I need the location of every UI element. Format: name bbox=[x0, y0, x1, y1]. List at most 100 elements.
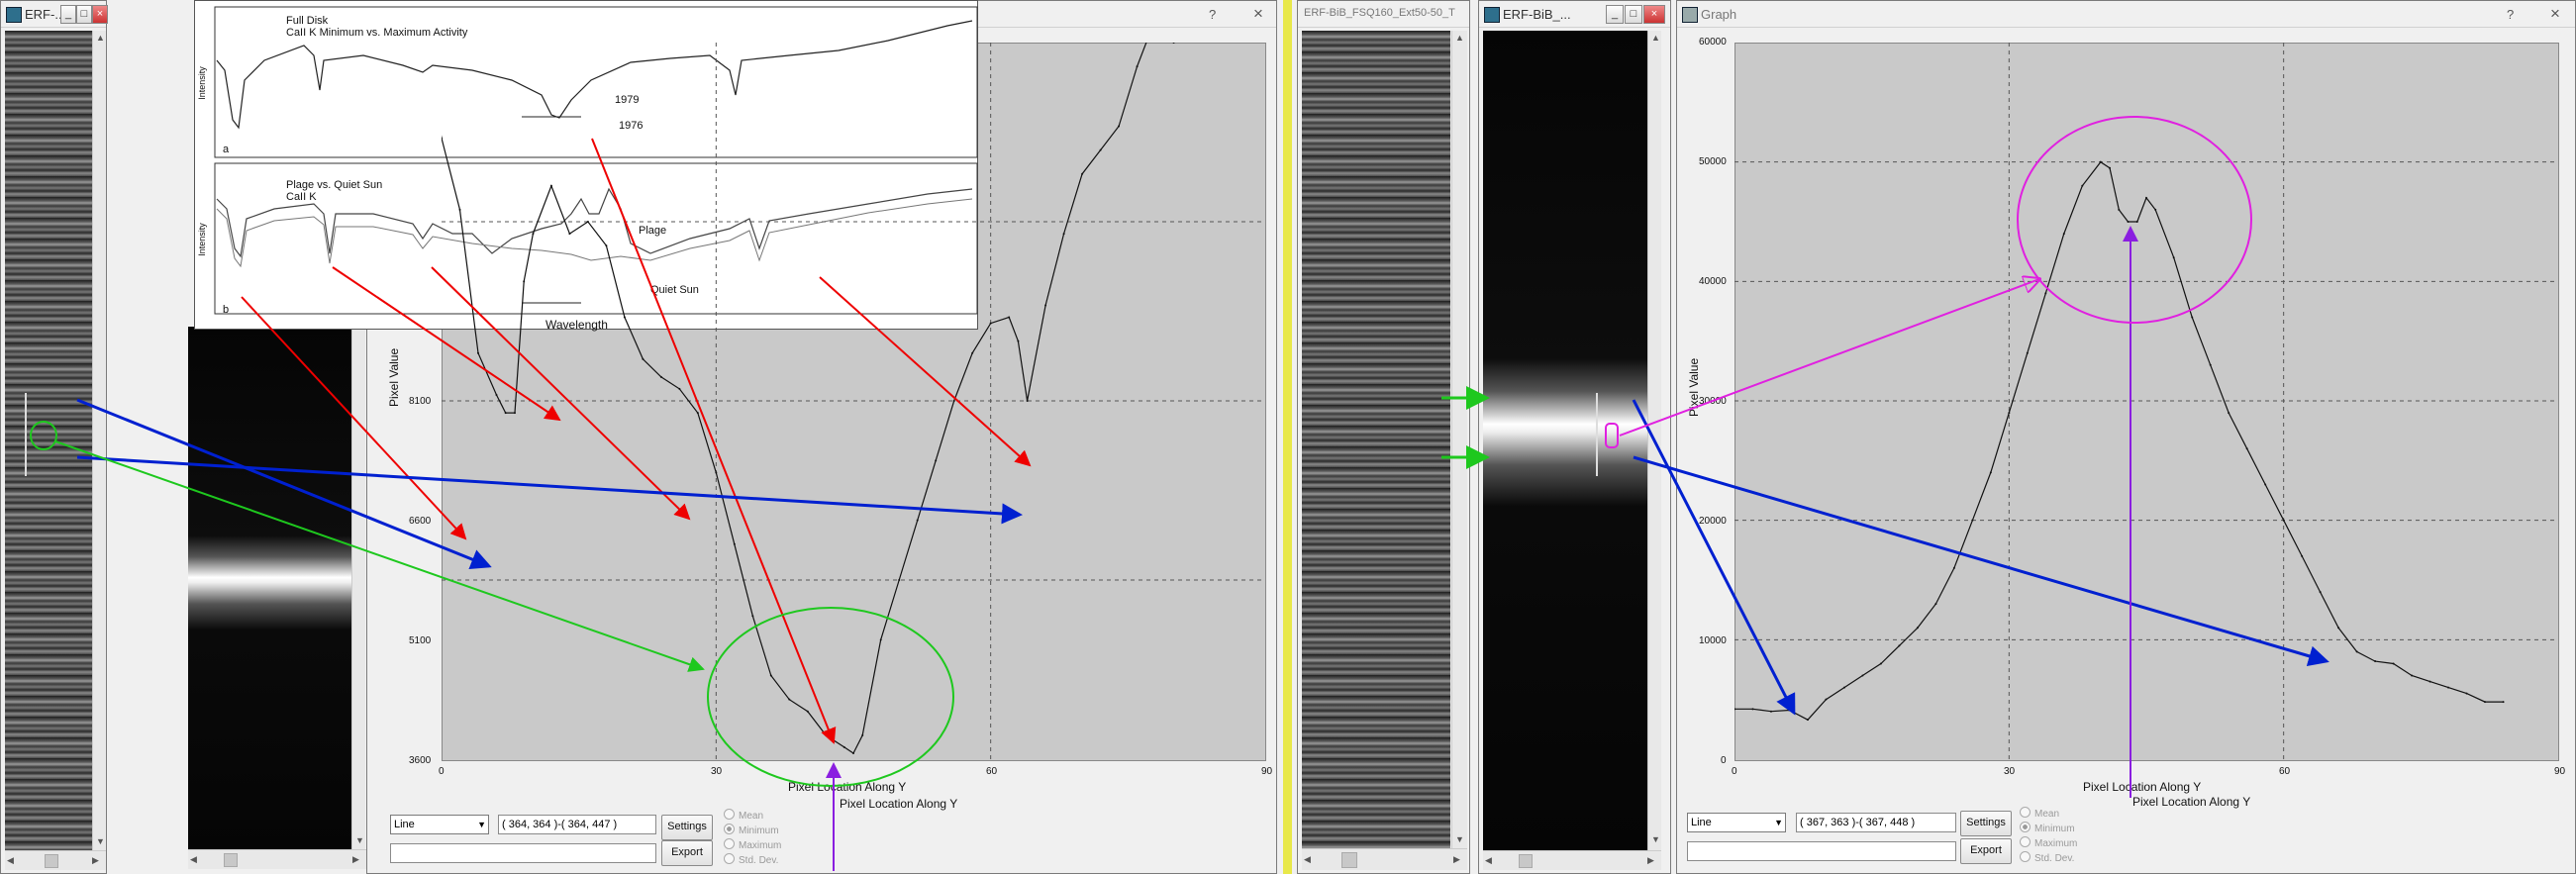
middle-window-2-titlebar[interactable]: ERF-BiB_... _ □ × bbox=[1479, 1, 1670, 28]
dark-spectrum-image[interactable] bbox=[1483, 31, 1647, 850]
stat-minimum-radio[interactable]: Minimum bbox=[2020, 822, 2075, 834]
stat-mean-radio[interactable]: Mean bbox=[724, 809, 763, 822]
chevron-down-icon[interactable]: ▼ bbox=[477, 816, 486, 833]
graph-app-icon bbox=[1682, 7, 1698, 23]
right-graph-title: Graph bbox=[1701, 7, 1737, 22]
vertical-scrollbar[interactable]: ▲ ▼ bbox=[1451, 31, 1467, 848]
right-graph-window: Graph ? × Pixel Value 0 10000 20000 3000… bbox=[1676, 0, 2576, 874]
status-field[interactable] bbox=[1687, 841, 1956, 861]
settings-button[interactable]: Settings bbox=[1960, 811, 2012, 836]
export-button[interactable]: Export bbox=[661, 840, 713, 866]
radio-icon bbox=[724, 838, 735, 849]
horizontal-scrollbar[interactable]: ◀ ▶ bbox=[5, 850, 106, 870]
x-tick: 30 bbox=[2004, 766, 2016, 777]
left-window-titlebar[interactable]: ERF-... _ □ × bbox=[1, 1, 108, 28]
coords-field[interactable]: ( 364, 364 )-( 364, 447 ) bbox=[498, 815, 656, 834]
scroll-up-icon[interactable]: ▲ bbox=[1455, 33, 1464, 43]
vertical-scrollbar[interactable]: ▲ ▼ bbox=[1647, 31, 1661, 850]
maximize-icon[interactable]: □ bbox=[76, 5, 92, 24]
middle-image-window-2: ERF-BiB_... _ □ × ▲ ▼ ◀ ▶ bbox=[1478, 0, 1671, 874]
dark-spectrum-image[interactable] bbox=[188, 327, 351, 849]
help-icon[interactable]: ? bbox=[2507, 7, 2514, 22]
y-tick: 20000 bbox=[1699, 516, 1727, 527]
coords-field[interactable]: ( 367, 363 )-( 367, 448 ) bbox=[1796, 813, 1956, 832]
line-profile-marker[interactable] bbox=[25, 393, 27, 476]
close-icon[interactable]: × bbox=[2550, 4, 2560, 24]
mode-select-value: Line bbox=[394, 819, 415, 830]
mode-select[interactable]: Line ▼ bbox=[390, 815, 489, 834]
horizontal-scrollbar[interactable]: ◀ ▶ bbox=[1483, 850, 1661, 870]
status-field[interactable] bbox=[390, 843, 656, 863]
scroll-down-icon[interactable]: ▼ bbox=[1455, 834, 1464, 844]
line-profile-marker[interactable] bbox=[1596, 393, 1598, 476]
dark-image-hscrollbar[interactable]: ◀ ▶ bbox=[188, 849, 366, 869]
x-tick: 90 bbox=[1261, 766, 1273, 777]
plot-area[interactable] bbox=[1734, 43, 2559, 761]
y-tick: 3600 bbox=[409, 755, 432, 766]
y-tick: 60000 bbox=[1699, 37, 1727, 48]
middle-image-window-1: ERF-BiB_FSQ160_Ext50-50_T ▲ ▼ ◀ ▶ bbox=[1297, 0, 1470, 874]
y-tick: 50000 bbox=[1699, 156, 1727, 167]
radio-icon bbox=[724, 853, 735, 864]
scroll-left-icon[interactable]: ◀ bbox=[190, 854, 197, 865]
scroll-right-icon[interactable]: ▶ bbox=[1453, 854, 1460, 865]
stat-minimum-radio[interactable]: Minimum bbox=[724, 824, 779, 836]
dark-image-scrollbar[interactable]: ▼ bbox=[351, 327, 365, 849]
minimize-icon[interactable]: _ bbox=[60, 5, 76, 24]
y-tick: 6600 bbox=[409, 516, 432, 527]
close-icon[interactable]: × bbox=[92, 5, 108, 24]
x-axis-label: Pixel Location Along Y bbox=[788, 780, 907, 794]
scroll-left-icon[interactable]: ◀ bbox=[1304, 854, 1311, 865]
app-icon bbox=[6, 7, 22, 23]
maximize-icon[interactable]: □ bbox=[1625, 5, 1642, 24]
scroll-right-icon[interactable]: ▶ bbox=[1647, 855, 1654, 866]
scroll-down-icon[interactable]: ▼ bbox=[96, 836, 105, 846]
horizontal-scrollbar[interactable]: ◀ ▶ bbox=[1302, 848, 1467, 870]
scroll-thumb[interactable] bbox=[1341, 852, 1357, 868]
stat-stddev-radio[interactable]: Std. Dev. bbox=[2020, 851, 2074, 864]
spectrum-image[interactable] bbox=[1302, 31, 1450, 848]
stat-maximum-radio[interactable]: Maximum bbox=[2020, 836, 2077, 849]
scroll-thumb[interactable] bbox=[45, 854, 58, 868]
scroll-up-icon[interactable]: ▲ bbox=[96, 33, 105, 43]
scroll-thumb[interactable] bbox=[224, 853, 238, 867]
vertical-scrollbar[interactable]: ▲ ▼ bbox=[92, 31, 106, 850]
scroll-left-icon[interactable]: ◀ bbox=[1485, 855, 1492, 866]
stat-mean-radio[interactable]: Mean bbox=[2020, 807, 2059, 820]
scroll-left-icon[interactable]: ◀ bbox=[7, 855, 14, 866]
y-tick: 30000 bbox=[1699, 396, 1727, 407]
radio-icon bbox=[2020, 836, 2031, 847]
spectrum-image[interactable] bbox=[5, 31, 92, 850]
mode-select[interactable]: Line ▼ bbox=[1687, 813, 1786, 832]
scroll-down-icon[interactable]: ▼ bbox=[1651, 834, 1660, 844]
x-tick: 0 bbox=[1732, 766, 1737, 777]
scroll-down-icon[interactable]: ▼ bbox=[355, 835, 364, 845]
mode-select-value: Line bbox=[1691, 817, 1712, 828]
right-graph-titlebar[interactable]: Graph ? × bbox=[1677, 1, 2575, 28]
export-button[interactable]: Export bbox=[1960, 838, 2012, 864]
stat-maximum-radio[interactable]: Maximum bbox=[724, 838, 781, 851]
chevron-down-icon[interactable]: ▼ bbox=[1774, 814, 1783, 831]
minimize-icon[interactable]: _ bbox=[1606, 5, 1624, 24]
radio-icon bbox=[2020, 822, 2031, 832]
radio-icon bbox=[724, 809, 735, 820]
x-tick: 90 bbox=[2554, 766, 2566, 777]
y-axis-label: Pixel Value bbox=[387, 347, 401, 407]
settings-button[interactable]: Settings bbox=[661, 815, 713, 840]
scroll-up-icon[interactable]: ▲ bbox=[1651, 33, 1660, 43]
annotation-x-label: Pixel Location Along Y bbox=[840, 797, 958, 811]
middle-window-1-title: ERF-BiB_FSQ160_Ext50-50_T bbox=[1304, 7, 1455, 19]
close-icon[interactable]: × bbox=[1643, 5, 1665, 24]
x-tick: 60 bbox=[2279, 766, 2291, 777]
middle-window-1-titlebar[interactable]: ERF-BiB_FSQ160_Ext50-50_T bbox=[1298, 1, 1469, 28]
scroll-thumb[interactable] bbox=[1519, 854, 1533, 868]
app-icon bbox=[1484, 7, 1500, 23]
stat-stddev-radio[interactable]: Std. Dev. bbox=[724, 853, 778, 866]
y-tick: 8100 bbox=[409, 396, 432, 407]
close-icon[interactable]: × bbox=[1253, 4, 1263, 24]
scroll-right-icon[interactable]: ▶ bbox=[352, 854, 359, 865]
paper-spectra bbox=[214, 6, 978, 315]
help-icon[interactable]: ? bbox=[1209, 7, 1216, 22]
scroll-right-icon[interactable]: ▶ bbox=[92, 855, 99, 866]
screen-divider bbox=[1283, 0, 1292, 874]
